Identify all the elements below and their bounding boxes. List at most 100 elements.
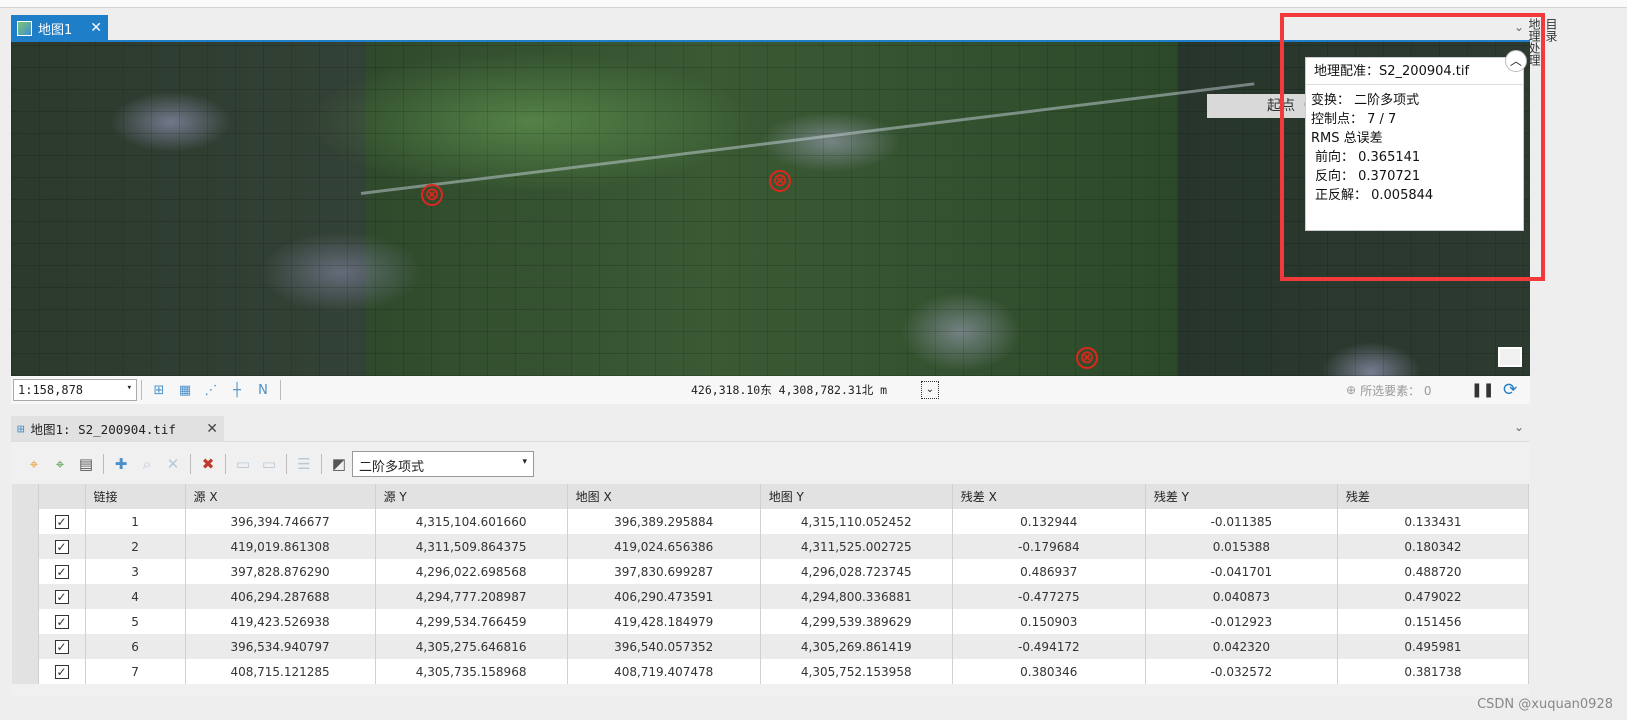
- column-header[interactable]: 源 Y: [375, 484, 568, 509]
- divider: [280, 380, 281, 400]
- row-header[interactable]: [12, 584, 39, 609]
- table-cell: 6: [85, 634, 186, 659]
- close-icon[interactable]: ✕: [206, 421, 218, 437]
- table-row[interactable]: ✓ 7 408,715.121285 4,305,735.158968 408,719.…: [12, 659, 1530, 684]
- delete-all-points-icon[interactable]: ✖: [198, 454, 218, 474]
- selected-features: ⊕ 所选要素： 0: [1346, 382, 1432, 399]
- tab-map1[interactable]: 地图1 ✕: [11, 15, 108, 41]
- table-row[interactable]: ✓ 1 396,394.746677 4,315,104.601660 396,389.…: [12, 509, 1530, 534]
- grid-icon[interactable]: ▦: [175, 380, 195, 400]
- column-header[interactable]: 源 X: [185, 484, 376, 509]
- side-tab-catalog[interactable]: 目录: [1543, 18, 1560, 66]
- table-cell: 4,299,539.389629: [760, 609, 953, 634]
- divider: [190, 454, 191, 474]
- table-cell: 408,715.121285: [185, 659, 376, 684]
- divider: [103, 454, 104, 474]
- column-header[interactable]: 地图 X: [567, 484, 761, 509]
- import-control-points-icon[interactable]: ⌖: [24, 454, 44, 474]
- enabled-cell: ✓: [38, 509, 86, 534]
- column-header[interactable]: 残差 Y: [1145, 484, 1338, 509]
- close-icon[interactable]: ✕: [90, 20, 102, 36]
- export-control-points-icon[interactable]: ⌖: [50, 454, 70, 474]
- enabled-checkbox[interactable]: ✓: [54, 614, 69, 629]
- table-cell: 4,305,269.861419: [760, 634, 953, 659]
- pause-drawing-button[interactable]: ❚❚: [1471, 382, 1494, 398]
- enabled-checkbox[interactable]: ✓: [54, 564, 69, 579]
- delete-point-icon[interactable]: ✕: [163, 454, 183, 474]
- coordinate-format-dropdown[interactable]: ⌄: [921, 381, 939, 399]
- table-cell: 4,311,525.002725: [760, 534, 953, 559]
- enabled-cell: ✓: [38, 584, 86, 609]
- row-header: [12, 484, 39, 509]
- table-cell: 1: [85, 509, 186, 534]
- row-header[interactable]: [12, 659, 39, 684]
- add-grid-icon[interactable]: ⊞: [149, 380, 169, 400]
- row-header[interactable]: [12, 559, 39, 584]
- enabled-checkbox[interactable]: ✓: [54, 664, 69, 679]
- enabled-cell: ✓: [38, 534, 86, 559]
- control-points-panel: ⌖ ⌖ ▤ ✚ ⌕ ✕ ✖ ▭ ▭ ☰ ◩ 二阶多项式 链接源 X源 Y地图 X…: [11, 441, 1530, 696]
- table-cell: 0.486937: [952, 559, 1146, 584]
- column-header[interactable]: 残差: [1337, 484, 1530, 509]
- save-icon[interactable]: ▤: [76, 454, 96, 474]
- side-tab-geoprocessing[interactable]: 地理处理: [1526, 18, 1543, 66]
- table-cell: 0.488720: [1337, 559, 1530, 584]
- column-header[interactable]: 地图 Y: [760, 484, 953, 509]
- column-header-enabled[interactable]: [38, 484, 86, 509]
- table-cell: 408,719.407478: [567, 659, 761, 684]
- table-cell: 4,305,735.158968: [375, 659, 568, 684]
- refresh-icon[interactable]: ⟳: [1503, 380, 1517, 400]
- highlight-annotation: [1280, 13, 1545, 281]
- table-cell: 7: [85, 659, 186, 684]
- control-point-marker[interactable]: ⊗: [1076, 347, 1098, 369]
- table-cell: -0.032572: [1145, 659, 1338, 684]
- table-cell: 4,294,777.208987: [375, 584, 568, 609]
- row-header[interactable]: [12, 534, 39, 559]
- table-cell: 397,828.876290: [185, 559, 376, 584]
- tab-control-points-table[interactable]: ⊞ 地图1: S2_200904.tif ✕: [11, 416, 224, 441]
- column-header[interactable]: 残差 X: [952, 484, 1146, 509]
- north-arrow-icon[interactable]: N: [253, 380, 273, 400]
- table-row[interactable]: ✓ 2 419,019.861308 4,311,509.864375 419,024.…: [12, 534, 1530, 559]
- table-row[interactable]: ✓ 4 406,294.287688 4,294,777.208987 406,290.…: [12, 584, 1530, 609]
- legend-icon[interactable]: [1498, 347, 1522, 367]
- table-cell: 4,296,028.723745: [760, 559, 953, 584]
- table-cell: 4,296,022.698568: [375, 559, 568, 584]
- table-cell: 5: [85, 609, 186, 634]
- enabled-checkbox[interactable]: ✓: [54, 639, 69, 654]
- enabled-checkbox[interactable]: ✓: [54, 514, 69, 529]
- table-row[interactable]: ✓ 5 419,423.526938 4,299,534.766459 419,428.…: [12, 609, 1530, 634]
- table-cell: 419,019.861308: [185, 534, 376, 559]
- snapping-icon[interactable]: ⋰: [201, 380, 221, 400]
- transformation-select[interactable]: 二阶多项式: [352, 451, 534, 477]
- measure-icon[interactable]: ▭: [259, 454, 279, 474]
- scale-select[interactable]: 1:158,878: [13, 379, 137, 401]
- table-cell: 406,290.473591: [567, 584, 761, 609]
- enabled-cell: ✓: [38, 659, 86, 684]
- add-control-point-icon[interactable]: ✚: [111, 454, 131, 474]
- table-row[interactable]: ✓ 3 397,828.876290 4,296,022.698568 397,830.…: [12, 559, 1530, 584]
- control-point-marker[interactable]: ⊗: [421, 184, 443, 206]
- column-header[interactable]: 链接: [85, 484, 186, 509]
- table-cell: -0.012923: [1145, 609, 1338, 634]
- side-tabs: 目录 地理处理: [1527, 18, 1560, 88]
- row-header[interactable]: [12, 634, 39, 659]
- table-options-icon[interactable]: ☰: [294, 454, 314, 474]
- row-header[interactable]: [12, 509, 39, 534]
- guides-icon[interactable]: ┼: [227, 380, 247, 400]
- control-point-marker[interactable]: ⊗: [769, 170, 791, 192]
- row-header[interactable]: [12, 609, 39, 634]
- table-icon: ⊞: [17, 421, 25, 436]
- table-cell: 0.151456: [1337, 609, 1530, 634]
- table-cell: -0.494172: [952, 634, 1146, 659]
- enabled-cell: ✓: [38, 634, 86, 659]
- enabled-cell: ✓: [38, 559, 86, 584]
- transformation-icon: ◩: [331, 455, 347, 473]
- field-calculator-icon[interactable]: ▭: [233, 454, 253, 474]
- table-row[interactable]: ✓ 6 396,534.940797 4,305,275.646816 396,540.…: [12, 634, 1530, 659]
- chevron-down-icon[interactable]: ⌄: [1514, 420, 1524, 434]
- zoom-to-point-icon[interactable]: ⌕: [137, 454, 157, 474]
- table-cell: 0.132944: [952, 509, 1146, 534]
- enabled-checkbox[interactable]: ✓: [54, 539, 69, 554]
- enabled-checkbox[interactable]: ✓: [54, 589, 69, 604]
